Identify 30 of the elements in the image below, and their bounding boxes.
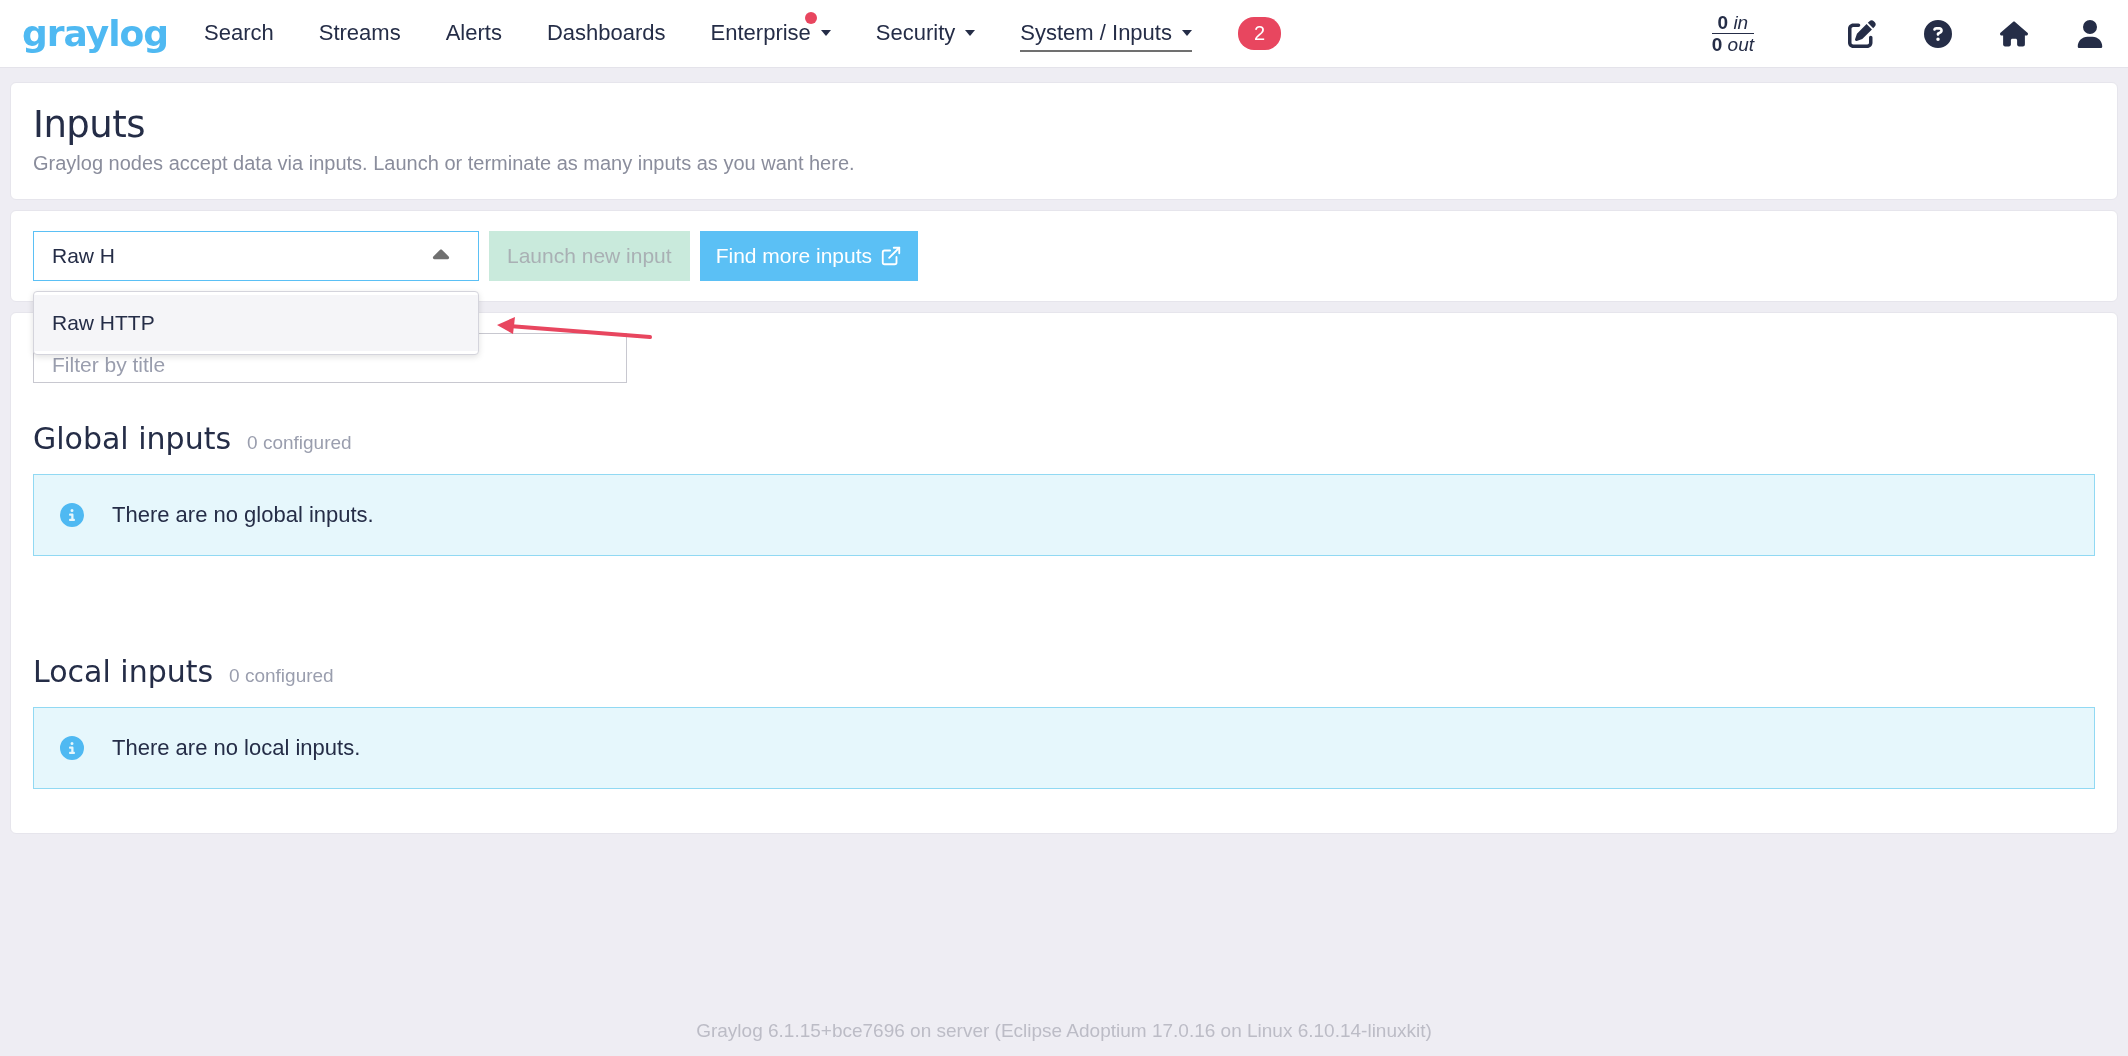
caret-icon [820,29,831,36]
throughput-in: 0 in [1711,12,1755,34]
caret-icon [965,29,976,36]
nav-item[interactable]: Streams [318,15,401,52]
nav-item[interactable]: Alerts [445,15,502,52]
notification-badge[interactable]: 2 [1237,17,1282,50]
help-icon[interactable] [1924,19,1952,48]
throughput-out: 0 out [1710,34,1756,55]
alert-message: There are no global inputs. [112,502,374,528]
external-link-icon [880,245,903,267]
nav-item[interactable]: Enterprise [710,15,831,52]
nav-item[interactable]: Search [204,15,274,52]
page-title: Inputs [33,103,147,146]
home-icon[interactable] [2000,19,2028,48]
nav-item[interactable]: Dashboards [546,15,666,52]
dropdown-option[interactable]: Raw HTTP [34,295,478,351]
configured-count: 0 configured [247,432,352,454]
page-description: Graylog nodes accept data via inputs. Launch or terminate as many inputs as you want here. [33,152,856,175]
section-title: Local inputs [33,654,214,689]
info-icon [60,736,84,760]
nav-item[interactable]: System / Inputs [1020,15,1192,52]
caret-icon [1181,29,1192,36]
alert-message: There are no local inputs. [112,735,361,761]
info-icon [60,503,84,527]
edit-icon[interactable] [1848,19,1876,48]
section-title: Global inputs [33,421,232,456]
input-type-select[interactable]: Raw H [33,231,479,281]
user-icon[interactable] [2076,19,2104,48]
nav-item[interactable]: Security [875,15,976,52]
configured-count: 0 configured [229,665,334,687]
